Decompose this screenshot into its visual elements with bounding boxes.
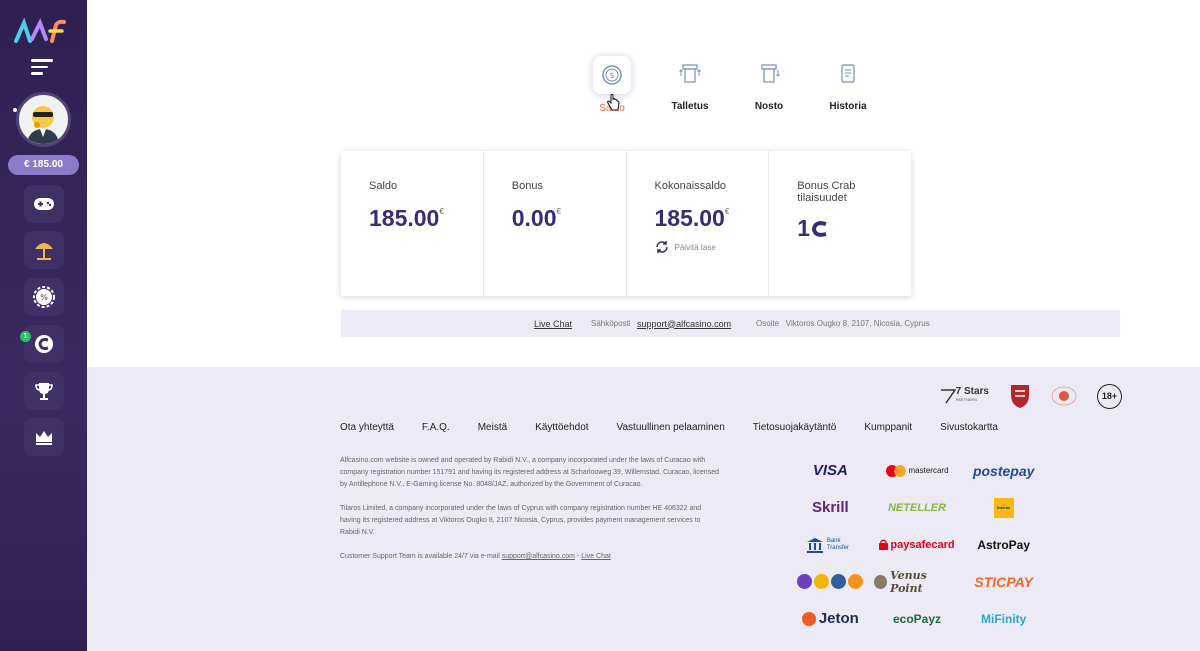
card-total: Kokonaissaldo 185.00€ Päivitä tase — [627, 151, 770, 296]
history-scroll-icon — [841, 64, 855, 83]
refresh-icon — [655, 241, 668, 253]
postepay-logo: postepay — [972, 462, 1035, 479]
legal-paragraph: Tilaros Limited, a company incorporated … — [340, 505, 702, 536]
card-value: 0.00€ — [511, 205, 561, 231]
astropay-logo: AstroPay — [977, 537, 1031, 552]
card-value: 185.00€ — [369, 205, 444, 231]
tab-label: Nosto — [754, 101, 784, 112]
card-title: Kokonaissaldo — [654, 180, 727, 192]
paysafecard-logo: paysafecard — [874, 539, 961, 551]
beach-umbrella-icon — [35, 243, 53, 260]
deposit-icon — [679, 64, 701, 83]
tab-talletus[interactable]: Talletus — [650, 56, 730, 112]
sidebar-item-loyalty[interactable] — [24, 418, 64, 456]
footer-link-partners[interactable]: Kumppanit — [864, 422, 912, 433]
skrill-logo: Skrill — [811, 499, 849, 516]
sidebar-item-vip[interactable]: % — [24, 278, 64, 316]
card-value: 1 — [797, 215, 911, 242]
card-value: 185.00€ — [654, 205, 730, 231]
seven-stars-logo[interactable]: 7 Stars PARTNERS — [940, 387, 989, 404]
mastercard-logo: mastercard — [874, 464, 961, 477]
footer-link-terms[interactable]: Käyttöehdot — [535, 422, 588, 433]
venuspoint-logo: Venus Point — [873, 569, 961, 595]
support-bar: Live Chat Sähköposti support@alfcasino.c… — [341, 310, 1120, 337]
footer-link-responsible-gaming[interactable]: Vastuullinen pelaaminen — [617, 422, 725, 433]
tab-label: Historia — [829, 101, 867, 112]
crab-count-badge: 1 — [20, 331, 31, 342]
visa-logo: VISA — [812, 462, 848, 479]
footer-links: Ota yhteyttä F.A.Q. Meistä Käyttöehdot V… — [340, 422, 1026, 433]
menu-toggle-button[interactable] — [31, 59, 55, 79]
live-chat-link[interactable]: Live Chat — [534, 319, 572, 329]
svg-text:$: $ — [609, 71, 614, 80]
footer-link-sitemap[interactable]: Sivustokartta — [940, 422, 998, 433]
coin-icon: $ — [602, 65, 622, 85]
balance-pill[interactable]: € 185.00 — [8, 155, 79, 175]
tab-historia[interactable]: Historia — [808, 56, 888, 112]
crab-coin-icon — [35, 335, 53, 353]
card-crab: Bonus Crab tilaisuudet 1 — [769, 151, 911, 296]
hand-cursor-icon — [607, 94, 620, 111]
tab-saldo[interactable]: $ Saldo — [572, 56, 652, 114]
sidebar-item-tournaments[interactable] — [24, 372, 64, 410]
sticpay-logo: STICPAY — [974, 573, 1033, 590]
age-restriction-badge: 18+ — [1097, 383, 1122, 409]
card-saldo: Saldo 185.00€ — [341, 151, 484, 296]
legal-live-chat-link[interactable]: Live Chat — [581, 553, 611, 560]
address-text: Osoite Viktoros Ougko 8, 2107, Nicosia, … — [756, 319, 930, 328]
withdraw-icon — [761, 64, 780, 83]
refresh-balance-button[interactable]: Päivitä tase — [655, 240, 769, 254]
trophy-icon — [35, 383, 53, 400]
payment-methods: VISA mastercard postepay Skrill NETELLER… — [787, 452, 1047, 637]
footer: 7 Stars PARTNERS 18+ Ota yhteyttä F.A.Q. … — [87, 367, 1200, 651]
tab-nosto[interactable]: Nosto — [729, 56, 809, 112]
partner-logos: 7 Stars PARTNERS 18+ — [940, 383, 1122, 409]
footer-link-contact[interactable]: Ota yhteyttä — [340, 422, 394, 433]
footer-link-about[interactable]: Meistä — [478, 422, 507, 433]
balance-cards: Saldo 185.00€ Bonus 0.00€ Kokonaissaldo … — [341, 151, 911, 296]
crypto-logos — [787, 574, 874, 589]
gear-badge-icon: % — [33, 286, 55, 308]
sidebar-item-games[interactable] — [24, 185, 64, 223]
footer-link-faq[interactable]: F.A.Q. — [422, 422, 450, 433]
card-title: Bonus — [511, 180, 543, 192]
legal-email-link[interactable]: support@alfcasino.com — [502, 553, 575, 560]
legal-paragraph: Alfcasino.com website is owned and opera… — [340, 457, 719, 488]
neteller-logo: NETELLER — [887, 501, 947, 514]
basketball-partner-icon[interactable] — [1051, 383, 1077, 409]
email-label: Sähköposti — [591, 319, 631, 328]
bank-transfer-logo: Bank Transfer — [787, 537, 874, 553]
legal-text: Alfcasino.com website is owned and opera… — [340, 455, 720, 575]
ecopayz-logo: ecoPayz — [892, 611, 942, 626]
interac-logo: Interac — [960, 497, 1047, 518]
card-bonus: Bonus 0.00€ — [484, 151, 627, 296]
card-title: Bonus Crab tilaisuudet — [797, 180, 856, 204]
refresh-label: Päivitä tase — [674, 242, 716, 252]
avatar[interactable] — [16, 92, 71, 147]
shield-crest-icon[interactable] — [1009, 383, 1031, 409]
card-title: Saldo — [369, 180, 398, 192]
sidebar-item-promotions[interactable] — [24, 231, 64, 269]
svg-text:%: % — [40, 293, 48, 302]
support-email-link[interactable]: support@alfcasino.com — [637, 319, 731, 329]
crown-icon — [36, 431, 52, 445]
jeton-logo: Jeton — [787, 610, 874, 627]
legal-paragraph: Customer Support Team is available 24/7 … — [340, 553, 611, 560]
alf-logo[interactable] — [14, 17, 74, 45]
footer-link-privacy[interactable]: Tietosuojakäytäntö — [753, 422, 837, 433]
sidebar: € 185.00 % 1 — [0, 0, 87, 651]
crab-coin-icon — [812, 220, 827, 237]
sidebar-item-crab[interactable]: 1 — [20, 325, 64, 363]
tab-label: Talletus — [671, 101, 709, 112]
gamepad-icon — [34, 198, 54, 210]
mifinity-logo: MiFinity — [981, 611, 1027, 626]
